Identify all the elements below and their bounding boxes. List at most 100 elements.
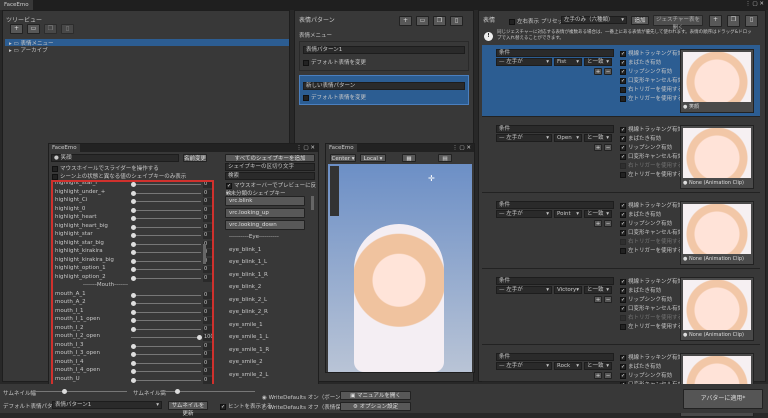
rename-button[interactable]: 名前変更 [183,154,207,162]
shape-key-button[interactable]: vrc.blink [225,196,305,206]
pivot-dropdown[interactable]: Center ▾ [330,154,356,162]
grid-icon[interactable]: ▦ [402,154,416,162]
shape-key-slider[interactable] [131,377,201,383]
expression-thumbnail[interactable]: ● None (Animation Clip) [680,125,754,189]
option-checkbox[interactable]: ✓ [620,202,626,209]
option-checkbox[interactable]: ✓ [620,153,626,160]
shape-key-slider[interactable] [131,309,201,315]
shape-key-item[interactable]: eye_blink_1 [229,247,309,256]
shape-key-row[interactable]: mouth_I_30x [53,342,212,351]
thumb-width-slider[interactable] [32,389,127,394]
apply-to-avatar-button[interactable]: アバターに適用* [683,389,763,409]
shape-key-item[interactable]: eye_smile_1_L [229,334,309,343]
default-pattern-select[interactable]: 表情パターン1 ▾ [52,401,162,409]
remove-condition-button[interactable]: − [604,220,612,227]
shape-key-value[interactable]: 0 [203,223,212,231]
shape-key-row[interactable]: highlight_star_big0x [53,240,212,249]
option-checkbox[interactable]: ✓ [620,278,626,285]
clip-field[interactable]: ● 笑顔 [51,154,179,162]
option-checkbox[interactable]: ✓ [620,211,626,218]
pattern-item[interactable]: 表情パターン1 デフォルト表情を変更 [299,41,469,71]
shape-key-item[interactable]: eye_blink_2_R [229,309,309,318]
option-checkbox[interactable]: ✓ [620,220,626,227]
shape-key-slider[interactable] [131,258,201,264]
add-item-button[interactable]: + [10,24,23,34]
copy-button[interactable]: ❐ [433,16,446,26]
shape-key-value[interactable]: 0 [203,215,212,222]
option-checkbox[interactable]: ✓ [620,126,626,133]
hand-select[interactable]: — 左手が ▾ [496,134,552,142]
pattern-item-selected[interactable]: 新しい表情パターン デフォルト表情を変更 [299,75,469,105]
editor-tab[interactable]: FaceEmo [49,144,80,152]
pattern-name-field[interactable]: 新しい表情パターン [303,82,465,90]
preset-select[interactable]: 左手のみ（六種類） ▾ [561,16,627,24]
option-checkbox[interactable]: ✓ [620,363,626,370]
window-controls[interactable]: ⋮ ▢ ✕ [745,1,764,7]
shape-key-slider[interactable] [131,207,201,213]
shape-key-button[interactable]: vrc.looking_up [225,208,305,218]
add-folder-button[interactable]: ▭ [27,24,40,34]
view-options-icon[interactable]: ▤ [438,154,452,162]
add-pattern-button[interactable]: + [399,16,412,26]
expression-item[interactable]: 条件 — 左手が ▾ Fist ▾ と一致 ▾ + − ✓ 視線トラッキング有効 ✓ まばたき… [482,45,760,117]
option-checkbox[interactable] [620,162,626,169]
add-condition-button[interactable]: + [594,372,602,379]
shape-key-button[interactable]: vrc.looking_down [225,220,305,230]
shape-key-slider[interactable] [131,233,201,238]
shape-key-slider[interactable] [131,216,201,221]
shape-key-value[interactable]: 0 [203,368,212,375]
shape-key-slider[interactable] [131,301,201,306]
window-tab[interactable]: FaceEmo [0,0,33,10]
delete-button[interactable]: ▯ [450,16,463,26]
shape-key-slider[interactable] [131,292,201,298]
option-checkbox[interactable] [620,323,626,330]
shape-key-row[interactable]: highlight_kirakira_big0x [53,257,212,266]
shape-key-slider[interactable] [131,369,201,374]
add-preset-button[interactable]: 追加 [631,16,649,25]
hints-checkbox[interactable]: ✓ [220,403,226,410]
shape-key-slider[interactable] [131,190,201,196]
tree-item-archive[interactable]: ▸ ▭ アーカイブ [5,46,48,54]
shape-key-value[interactable]: 0 [203,206,212,214]
shape-key-value[interactable]: 0 [203,266,212,273]
option-checkbox[interactable] [620,171,626,178]
option-checkbox[interactable] [620,247,626,254]
option-checkbox[interactable]: ✓ [620,305,626,312]
scene-tab[interactable]: FaceEmo [326,144,357,152]
expression-thumbnail[interactable]: ● None (Animation Clip) [680,201,754,265]
option-checkbox[interactable] [620,238,626,245]
shape-key-slider[interactable] [131,343,201,349]
add-condition-button[interactable]: + [594,296,602,303]
shape-key-slider[interactable] [131,224,201,230]
scrollbar[interactable] [203,244,206,264]
option-checkbox[interactable]: ✓ [620,229,626,236]
shape-key-slider[interactable] [131,360,201,366]
gesture-select[interactable]: Point ▾ [554,210,582,218]
operator-select[interactable]: と一致 ▾ [584,210,612,218]
thumb-height-slider[interactable] [160,389,255,394]
shape-key-value[interactable]: 0 [203,198,212,205]
shape-key-value[interactable]: 0 [203,274,212,282]
shape-key-row[interactable]: highlight_00x [53,206,212,215]
shape-key-slider[interactable] [131,241,201,247]
scene-viewport[interactable]: ✛ [328,164,472,372]
shape-key-row[interactable]: mouth_U0x [53,376,212,385]
remove-condition-button[interactable]: − [604,144,612,151]
operator-select[interactable]: と一致 ▾ [584,286,612,294]
option-checkbox[interactable] [620,314,626,321]
hand-select[interactable]: — 左手が ▾ [496,362,552,370]
option-checkbox[interactable]: ✓ [620,59,626,66]
option-checkbox[interactable] [620,86,626,93]
shape-key-item[interactable]: ----------Eye---------- [229,234,309,243]
gesture-select[interactable]: Rock ▾ [554,362,582,370]
shape-key-item[interactable]: eye_blink_1_R [229,272,309,281]
option-checkbox[interactable]: ✓ [620,287,626,294]
shape-key-value[interactable]: 0 [203,232,212,239]
shape-key-item[interactable]: eye_blink_2_L [229,297,309,306]
gesture-select[interactable]: Open ▾ [554,134,582,142]
add-condition-button[interactable]: + [594,68,602,75]
shape-key-slider[interactable] [131,275,201,281]
shape-key-value[interactable]: 0 [203,317,212,324]
expression-thumbnail[interactable]: ● 笑顔 [680,49,754,113]
shape-key-slider[interactable] [131,318,201,323]
